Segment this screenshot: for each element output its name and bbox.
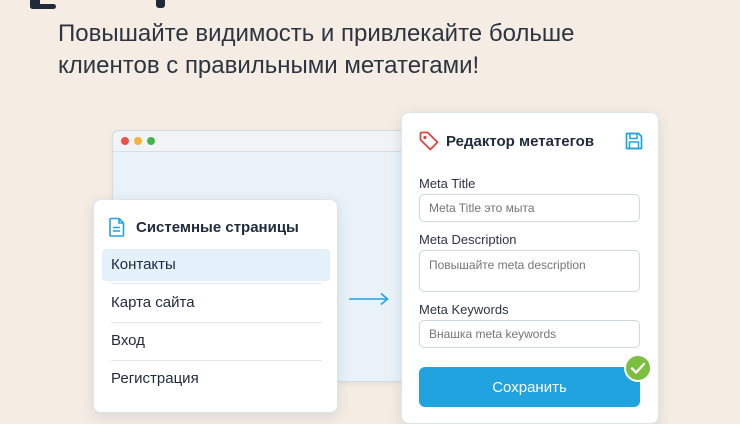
meta-title-input[interactable] — [419, 194, 640, 222]
meta-tag-editor-panel: Редактор метатегов Meta Title Meta Descr… — [401, 112, 659, 424]
meta-keywords-input[interactable] — [419, 320, 640, 348]
editor-title: Редактор метатегов — [446, 132, 595, 150]
close-window-dot[interactable] — [121, 137, 129, 145]
save-button[interactable]: Сохранить — [419, 367, 640, 407]
divider — [111, 322, 322, 323]
page-item-label: Вход — [111, 332, 145, 349]
editor-header: Редактор метатегов — [418, 129, 644, 153]
headline: Повышайте видимость и привлекайте больше… — [58, 18, 698, 82]
meta-description-input[interactable] — [419, 250, 640, 292]
check-circle-icon — [624, 354, 652, 382]
divider — [111, 283, 322, 284]
browser-title-bar — [113, 131, 403, 152]
system-pages-title: Системные страницы — [136, 218, 299, 236]
page-item-registration[interactable]: Регистрация — [102, 363, 330, 395]
system-pages-panel: Системные страницы Контакты Карта сайта … — [93, 199, 338, 413]
headline-line-1: Повышайте видимость и привлекайте больше — [58, 20, 575, 47]
minimize-window-dot[interactable] — [134, 137, 142, 145]
page-item-sitemap[interactable]: Карта сайта — [102, 287, 330, 319]
page-item-contacts[interactable]: Контакты — [102, 249, 330, 281]
maximize-window-dot[interactable] — [147, 137, 155, 145]
meta-description-label: Meta Description — [419, 232, 517, 247]
divider — [111, 360, 322, 361]
document-icon — [109, 217, 125, 237]
meta-title-label: Meta Title — [419, 176, 476, 191]
page-item-label: Карта сайта — [111, 294, 195, 311]
arrow-right-icon — [349, 292, 389, 306]
page-item-label: Контакты — [111, 256, 176, 273]
headline-line-2: клиентов с правильными метатегами! — [58, 52, 480, 79]
system-pages-header: Системные страницы — [108, 216, 299, 238]
meta-keywords-label: Meta Keywords — [419, 302, 509, 317]
page-item-label: Регистрация — [111, 370, 199, 387]
save-icon[interactable] — [624, 131, 644, 151]
page-item-login[interactable]: Вход — [102, 325, 330, 357]
tag-icon — [419, 131, 439, 151]
cropped-heading-fragment — [0, 0, 740, 10]
